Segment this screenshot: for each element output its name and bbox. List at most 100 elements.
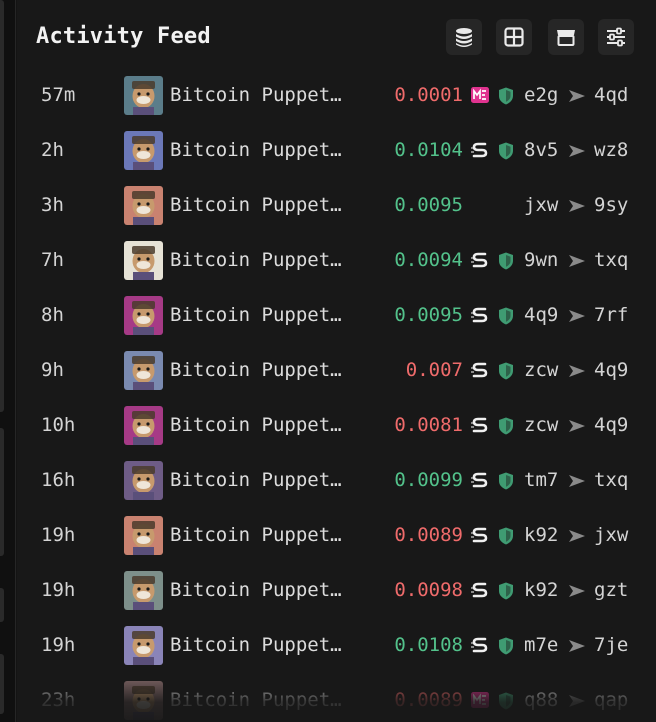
rail-segment — [0, 588, 4, 622]
filter-settings-button[interactable] — [598, 19, 634, 55]
activity-row[interactable]: 16h Bitcoin Puppet… 0.0099 tm7 txq — [17, 453, 656, 508]
nft-thumbnail[interactable] — [124, 131, 163, 170]
activity-row[interactable]: 23h Bitcoin Puppet… 0.0089 q88 qap — [17, 673, 656, 722]
storefront-button[interactable] — [548, 19, 584, 55]
activity-row[interactable]: 19h Bitcoin Puppet… 0.0098 k92 gzt — [17, 563, 656, 618]
activity-time: 9h — [41, 359, 64, 381]
magic-eden-icon[interactable] — [470, 690, 490, 710]
sliders-icon — [607, 27, 625, 47]
buyer-address[interactable]: 9sy — [594, 194, 628, 216]
transfer-arrow-icon — [569, 640, 585, 652]
shield-icon — [499, 582, 513, 600]
shield-icon — [499, 362, 513, 380]
stacks-market-icon[interactable] — [470, 415, 490, 435]
nft-thumbnail[interactable] — [124, 76, 163, 115]
collection-name[interactable]: Bitcoin Puppet… — [170, 524, 342, 546]
stacks-market-icon[interactable] — [470, 305, 490, 325]
collection-name[interactable]: Bitcoin Puppet… — [170, 469, 342, 491]
activity-row[interactable]: 57m Bitcoin Puppet… 0.0001 e2g 4qd — [17, 68, 656, 123]
collection-name[interactable]: Bitcoin Puppet… — [170, 414, 342, 436]
seller-address[interactable]: e2g — [524, 84, 558, 106]
activity-time: 19h — [41, 634, 76, 656]
activity-row[interactable]: 9h Bitcoin Puppet… 0.007 zcw 4q9 — [17, 343, 656, 398]
nft-thumbnail[interactable] — [124, 626, 163, 665]
activity-row[interactable]: 8h Bitcoin Puppet… 0.0095 4q9 7rf — [17, 288, 656, 343]
collection-name[interactable]: Bitcoin Puppet… — [170, 634, 342, 656]
activity-row[interactable]: 2h Bitcoin Puppet… 0.0104 8v5 wz8 — [17, 123, 656, 178]
shield-icon — [499, 527, 513, 545]
grid-icon — [504, 27, 524, 47]
activity-time: 2h — [41, 139, 64, 161]
seller-address[interactable]: jxw — [524, 194, 558, 216]
seller-address[interactable]: q88 — [524, 689, 558, 711]
collection-name[interactable]: Bitcoin Puppet… — [170, 359, 342, 381]
shield-icon — [499, 307, 513, 325]
nft-thumbnail[interactable] — [124, 516, 163, 555]
stacks-market-icon[interactable] — [470, 140, 490, 160]
collection-name[interactable]: Bitcoin Puppet… — [170, 304, 342, 326]
stacks-market-icon[interactable] — [470, 360, 490, 380]
transfer-arrow-icon — [569, 420, 585, 432]
coins-filter-button[interactable] — [446, 19, 482, 55]
collection-name[interactable]: Bitcoin Puppet… — [170, 249, 342, 271]
buyer-address[interactable]: 4q9 — [594, 414, 628, 436]
activity-row[interactable]: 3h Bitcoin Puppet… 0.0095 jxw 9sy — [17, 178, 656, 233]
nft-thumbnail[interactable] — [124, 186, 163, 225]
buyer-address[interactable]: txq — [594, 249, 628, 271]
sale-price: 0.0095 — [394, 304, 463, 326]
buyer-address[interactable]: gzt — [594, 579, 628, 601]
seller-address[interactable]: 8v5 — [524, 139, 558, 161]
grid-view-button[interactable] — [496, 19, 532, 55]
page-title: Activity Feed — [36, 24, 211, 49]
seller-address[interactable]: zcw — [524, 414, 558, 436]
seller-address[interactable]: k92 — [524, 524, 558, 546]
buyer-address[interactable]: 7rf — [594, 304, 628, 326]
transfer-arrow-icon — [569, 530, 585, 542]
seller-address[interactable]: tm7 — [524, 469, 558, 491]
sale-price: 0.0089 — [394, 689, 463, 711]
stacks-market-icon[interactable] — [470, 635, 490, 655]
stacks-market-icon[interactable] — [470, 525, 490, 545]
transfer-arrow-icon — [569, 200, 585, 212]
buyer-address[interactable]: 4q9 — [594, 359, 628, 381]
transfer-arrow-icon — [569, 365, 585, 377]
nft-thumbnail[interactable] — [124, 351, 163, 390]
transfer-arrow-icon — [569, 475, 585, 487]
buyer-address[interactable]: 7je — [594, 634, 628, 656]
buyer-address[interactable]: 4qd — [594, 84, 628, 106]
nft-thumbnail[interactable] — [124, 571, 163, 610]
nft-thumbnail[interactable] — [124, 681, 163, 720]
nft-thumbnail[interactable] — [124, 461, 163, 500]
seller-address[interactable]: 9wn — [524, 249, 558, 271]
buyer-address[interactable]: qap — [594, 689, 628, 711]
nft-thumbnail[interactable] — [124, 296, 163, 335]
activity-row[interactable]: 19h Bitcoin Puppet… 0.0089 k92 jxw — [17, 508, 656, 563]
buyer-address[interactable]: txq — [594, 469, 628, 491]
collection-name[interactable]: Bitcoin Puppet… — [170, 139, 342, 161]
shield-icon — [499, 637, 513, 655]
buyer-address[interactable]: wz8 — [594, 139, 628, 161]
stacks-market-icon[interactable] — [470, 250, 490, 270]
buyer-address[interactable]: jxw — [594, 524, 628, 546]
sale-price: 0.0108 — [394, 634, 463, 656]
magic-eden-icon[interactable] — [470, 85, 490, 105]
collection-name[interactable]: Bitcoin Puppet… — [170, 689, 342, 711]
seller-address[interactable]: m7e — [524, 634, 558, 656]
shield-icon — [499, 692, 513, 710]
stacks-market-icon[interactable] — [470, 580, 490, 600]
nft-thumbnail[interactable] — [124, 241, 163, 280]
collection-name[interactable]: Bitcoin Puppet… — [170, 84, 342, 106]
transfer-arrow-icon — [569, 695, 585, 707]
collection-name[interactable]: Bitcoin Puppet… — [170, 579, 342, 601]
seller-address[interactable]: 4q9 — [524, 304, 558, 326]
seller-address[interactable]: k92 — [524, 579, 558, 601]
activity-row[interactable]: 19h Bitcoin Puppet… 0.0108 m7e 7je — [17, 618, 656, 673]
nft-thumbnail[interactable] — [124, 406, 163, 445]
activity-time: 10h — [41, 414, 76, 436]
stacks-market-icon[interactable] — [470, 470, 490, 490]
collection-name[interactable]: Bitcoin Puppet… — [170, 194, 342, 216]
shield-icon — [499, 252, 513, 270]
activity-row[interactable]: 10h Bitcoin Puppet… 0.0081 zcw 4q9 — [17, 398, 656, 453]
activity-row[interactable]: 7h Bitcoin Puppet… 0.0094 9wn txq — [17, 233, 656, 288]
seller-address[interactable]: zcw — [524, 359, 558, 381]
